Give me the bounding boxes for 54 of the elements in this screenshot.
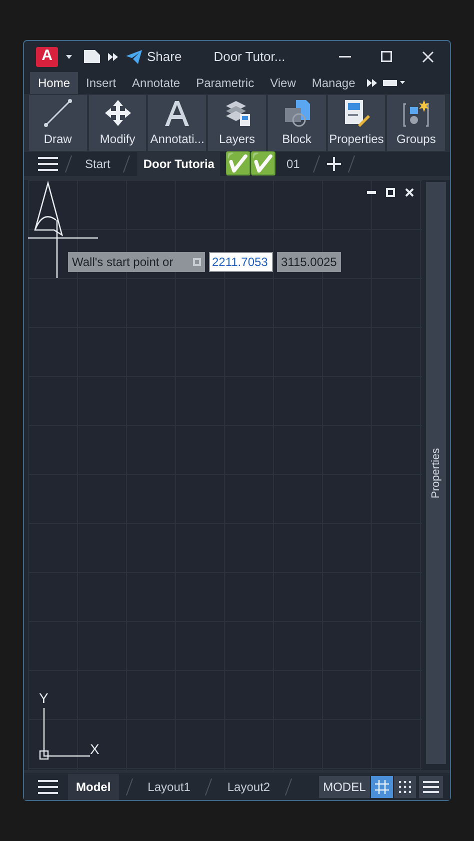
- layout-tab[interactable]: Layout1: [140, 774, 198, 800]
- grid-toggle[interactable]: [370, 776, 393, 798]
- customize-menu-button[interactable]: [418, 776, 443, 798]
- menu-icon: [422, 780, 439, 794]
- document-tab[interactable]: 01: [280, 151, 306, 177]
- document-tab[interactable]: Door Tutoria: [137, 151, 220, 177]
- y-coordinate-field[interactable]: 3115.0025: [277, 252, 341, 272]
- ribbon-tab[interactable]: Manage: [304, 72, 364, 94]
- window-title: Door Tutor...: [214, 48, 286, 66]
- properties-palette[interactable]: Properties: [426, 182, 446, 764]
- app-logo[interactable]: A: [36, 46, 58, 66]
- document-tab[interactable]: Start: [79, 151, 116, 177]
- share-button[interactable]: Share: [126, 46, 182, 66]
- ribbon-panel[interactable]: Layers: [208, 95, 266, 151]
- y-axis-label: Y: [39, 689, 48, 708]
- menu-icon[interactable]: [38, 156, 58, 172]
- grid-icon: [374, 780, 389, 794]
- more-icon[interactable]: [367, 79, 378, 87]
- ribbon-tab[interactable]: Annotate: [124, 72, 188, 94]
- check-mark-emoji: ✅: [224, 151, 252, 177]
- model-space-button[interactable]: MODEL: [319, 776, 370, 798]
- x-axis-label: X: [90, 740, 100, 759]
- check-mark-emoji: ✅: [249, 151, 276, 177]
- move-arrows-icon: [102, 98, 133, 128]
- minimize-icon[interactable]: [339, 56, 351, 58]
- ribbon-tab[interactable]: Home: [30, 72, 78, 94]
- restore-icon[interactable]: [386, 188, 395, 197]
- ribbon-panel[interactable]: Draw: [29, 95, 87, 151]
- ribbon-tab[interactable]: Insert: [78, 72, 124, 94]
- prompt-text: Wall's start point or: [72, 254, 174, 271]
- ribbon-panel[interactable]: Groups: [387, 95, 446, 151]
- caret-icon[interactable]: [66, 54, 72, 58]
- ribbon-panel[interactable]: Modify: [88, 95, 146, 151]
- dot-grid-icon: [398, 780, 411, 792]
- more-icon[interactable]: [108, 52, 118, 60]
- file-icon[interactable]: [84, 50, 100, 63]
- send-icon: [126, 50, 142, 64]
- menu-icon[interactable]: [38, 778, 58, 794]
- ribbon-tab[interactable]: Parametric: [188, 72, 262, 94]
- maximize-icon[interactable]: [381, 51, 392, 62]
- close-icon[interactable]: [405, 188, 414, 197]
- groups-icon: [401, 98, 432, 128]
- workspace-icon[interactable]: [383, 79, 406, 87]
- close-icon[interactable]: [422, 50, 434, 62]
- ribbon-tab[interactable]: View: [262, 72, 304, 94]
- x-coordinate-field[interactable]: 2211.7053: [209, 252, 273, 272]
- layout-tab[interactable]: Model: [68, 774, 119, 800]
- plus-icon[interactable]: [326, 157, 341, 171]
- ribbon-panel[interactable]: Properties: [328, 95, 386, 151]
- snap-toggle[interactable]: [394, 776, 416, 798]
- ribbon-panel[interactable]: Annotati...: [148, 95, 206, 151]
- ribbon-panel[interactable]: Block: [268, 95, 326, 151]
- layout-tab[interactable]: Layout2: [219, 774, 278, 800]
- line-icon: [42, 98, 73, 128]
